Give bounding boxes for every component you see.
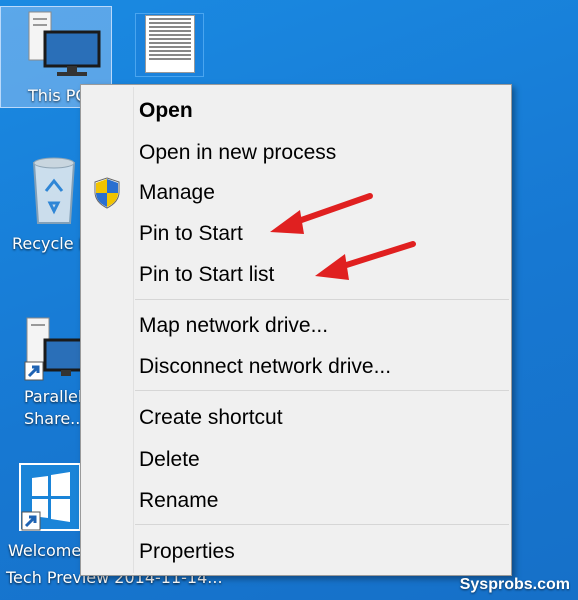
computer-icon: [28, 11, 101, 76]
this-pc-label: This PC: [28, 86, 87, 105]
menu-item-map-network-drive[interactable]: Map network drive...: [139, 312, 328, 340]
menu-item-pin-to-start[interactable]: Pin to Start: [139, 220, 243, 248]
windows-logo-icon: [19, 463, 81, 531]
uac-shield-icon: [94, 177, 120, 209]
menu-item-rename[interactable]: Rename: [139, 487, 218, 515]
menu-item-open-new-process[interactable]: Open in new process: [139, 139, 336, 167]
menu-item-open[interactable]: Open: [139, 97, 193, 125]
menu-item-disconnect-network-drive[interactable]: Disconnect network drive...: [139, 353, 391, 381]
recycle-bin-shortcut[interactable]: Recycle Bin: [10, 155, 104, 253]
this-pc-shortcut[interactable]: This PC: [8, 10, 118, 105]
thumbnail-preview-icon: [145, 15, 195, 73]
menu-separator: [135, 299, 509, 300]
recycle-bin-icon: [32, 157, 76, 224]
watermark: Sysprobs.com: [459, 576, 570, 593]
parallels-label-line2: Share...: [24, 409, 86, 428]
menu-item-create-shortcut[interactable]: Create shortcut: [139, 404, 283, 432]
screenshot-thumbnail[interactable]: [135, 13, 204, 77]
menu-item-manage[interactable]: Manage: [139, 179, 215, 207]
annotation-arrow-icon: [315, 241, 416, 280]
menu-item-properties[interactable]: Properties: [139, 538, 235, 566]
context-menu: Open Open in new process Manage Pin to S…: [80, 84, 512, 576]
menu-item-delete[interactable]: Delete: [139, 446, 200, 474]
menu-item-pin-to-start-list[interactable]: Pin to Start list: [139, 261, 274, 289]
menu-separator: [135, 524, 509, 525]
menu-separator: [135, 390, 509, 391]
welcome-label-line1: Welcome: [8, 541, 82, 560]
